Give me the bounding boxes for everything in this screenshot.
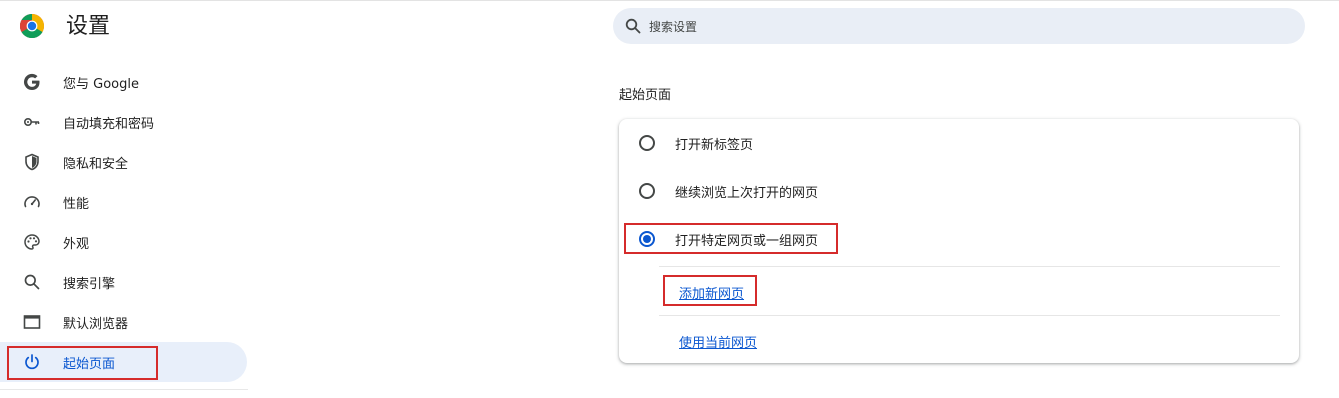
sidebar-item-label: 起始页面	[63, 356, 116, 372]
search-icon	[625, 18, 641, 34]
sidebar: 您与 Google 自动填充和密码 隐私和安全 性能 外观 搜索引擎 默认浏览器…	[0, 62, 248, 382]
divider	[659, 315, 1280, 316]
sidebar-item-label: 您与 Google	[63, 76, 139, 92]
option-new-tab[interactable]: 打开新标签页	[619, 119, 1299, 167]
use-current-pages-link[interactable]: 使用当前网页	[679, 332, 757, 351]
sidebar-item-you-and-google[interactable]: 您与 Google	[0, 62, 248, 102]
section-title: 起始页面	[619, 88, 672, 103]
sidebar-item-on-startup[interactable]: 起始页面	[0, 342, 247, 382]
option-label: 继续浏览上次打开的网页	[675, 185, 819, 201]
option-label: 打开特定网页或一组网页	[675, 233, 819, 249]
sidebar-item-label: 自动填充和密码	[63, 116, 155, 132]
page-title: 设置	[66, 14, 111, 39]
sidebar-item-search-engine[interactable]: 搜索引擎	[0, 262, 248, 302]
search-bar[interactable]	[613, 8, 1305, 46]
radio-button[interactable]	[639, 183, 655, 199]
option-continue[interactable]: 继续浏览上次打开的网页	[619, 167, 1299, 215]
key-icon	[22, 112, 42, 132]
add-page-link[interactable]: 添加新网页	[679, 283, 744, 302]
sidebar-divider	[0, 389, 248, 390]
sidebar-item-label: 默认浏览器	[63, 316, 129, 332]
google-g-icon	[22, 72, 42, 92]
radio-button-checked[interactable]	[639, 231, 655, 247]
sidebar-item-default-browser[interactable]: 默认浏览器	[0, 302, 248, 342]
sidebar-item-privacy[interactable]: 隐私和安全	[0, 142, 248, 182]
sidebar-item-label: 隐私和安全	[63, 156, 129, 172]
option-label: 打开新标签页	[675, 137, 754, 153]
search-input[interactable]	[647, 8, 1251, 46]
browser-window-icon	[22, 312, 42, 332]
radio-button[interactable]	[639, 135, 655, 151]
power-icon	[22, 352, 42, 372]
search-icon	[22, 272, 42, 292]
sidebar-item-performance[interactable]: 性能	[0, 182, 248, 222]
sidebar-item-label: 性能	[63, 196, 90, 212]
option-specific-pages[interactable]: 打开特定网页或一组网页	[619, 215, 1299, 263]
sidebar-item-label: 搜索引擎	[63, 276, 116, 292]
sidebar-item-label: 外观	[63, 236, 90, 252]
divider	[659, 266, 1280, 267]
sidebar-item-appearance[interactable]: 外观	[0, 222, 248, 262]
palette-icon	[22, 232, 42, 252]
sidebar-item-autofill[interactable]: 自动填充和密码	[0, 102, 248, 142]
top-border	[0, 0, 1339, 1]
speedometer-icon	[22, 192, 42, 212]
startup-options-card: 打开新标签页 继续浏览上次打开的网页 打开特定网页或一组网页 添加新网页 使用当…	[619, 119, 1299, 363]
shield-icon	[22, 152, 42, 172]
chrome-logo-icon	[20, 14, 44, 38]
